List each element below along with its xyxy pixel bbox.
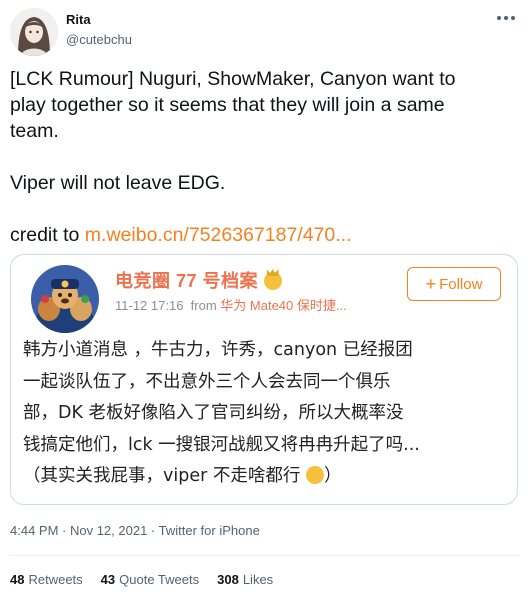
weibo-line: 一起谈队伍了，不出意外三个人会去同一个俱乐: [23, 371, 391, 392]
retweets-stat[interactable]: 48 Retweets: [10, 572, 83, 587]
weibo-meta: 11-12 17:16 from 华为 Mate40 保时捷...: [115, 295, 347, 314]
tweet-stats: 48 Retweets 43 Quote Tweets 308 Likes: [10, 572, 273, 587]
tweet-line: play together so it seems that they will…: [10, 94, 445, 116]
plus-icon: +: [425, 273, 437, 294]
more-icon[interactable]: [490, 8, 522, 28]
likes-count: 308: [217, 572, 239, 587]
follow-button[interactable]: + Follow: [407, 267, 501, 301]
divider: [10, 555, 520, 556]
author-avatar[interactable]: [10, 8, 58, 56]
weibo-author-name[interactable]: 电竞圈 77 号档案: [115, 267, 282, 293]
likes-label: Likes: [242, 572, 274, 587]
weibo-from-link[interactable]: 华为 Mate40 保时捷...: [220, 298, 346, 313]
timestamp-separator: ·: [147, 523, 159, 538]
weibo-time: 11-12 17:16: [115, 298, 184, 313]
tweet-line: [LCK Rumour] Nuguri, ShowMaker, Canyon w…: [10, 68, 456, 90]
tweet-source[interactable]: Twitter for iPhone: [159, 523, 260, 538]
retweets-label: Retweets: [28, 572, 83, 587]
quotes-count: 43: [100, 572, 116, 587]
weibo-from-label: from: [190, 298, 217, 313]
crying-emoji-icon: [305, 466, 324, 484]
retweets-count: 48: [10, 572, 25, 587]
credit-prefix: credit to: [10, 224, 85, 246]
quote-tweets-stat[interactable]: 43 Quote Tweets: [101, 572, 199, 587]
follow-label: Follow: [439, 275, 483, 293]
likes-stat[interactable]: 308 Likes: [217, 572, 273, 587]
weibo-line: 韩方小道消息 ，牛古力，许秀，canyon 已经报团: [23, 340, 413, 360]
weibo-line-text: （其实关我屁事，viper 不走啥都行: [23, 466, 301, 486]
weibo-line-last: （其实关我屁事，viper 不走啥都行 ）: [23, 461, 513, 493]
tweet-card: Rita @cutebchu [LCK Rumour] Nuguri, Show…: [0, 0, 530, 597]
tweet-timestamp: 4:44 PM · Nov 12, 2021 · Twitter for iPh…: [10, 523, 260, 538]
weibo-line: 部，DK 老板好像陷入了官司纠纷，所以大概率没: [23, 403, 404, 423]
author-name[interactable]: Rita: [66, 12, 91, 27]
weibo-avatar[interactable]: [31, 265, 99, 333]
embedded-weibo-card[interactable]: 电竞圈 77 号档案 11-12 17:16 from 华为 Mate40 保时…: [10, 254, 518, 505]
tweet-time[interactable]: 4:44 PM · Nov 12, 2021: [10, 523, 147, 538]
weibo-line: 钱搞定他们，lck 一搜银河战舰又将冉冉升起了吗...: [23, 434, 420, 455]
credit-link[interactable]: m.weibo.cn/7526367187/470...: [85, 224, 352, 246]
weibo-text: 韩方小道消息 ，牛古力，许秀，canyon 已经报团 一起谈队伍了，不出意外三个…: [23, 335, 513, 493]
crown-emoji-icon: [263, 272, 282, 290]
tweet-credit: credit to m.weibo.cn/7526367187/470...: [10, 222, 520, 248]
weibo-author-name-text: 电竞圈 77 号档案: [115, 271, 259, 291]
quotes-label: Quote Tweets: [119, 572, 200, 587]
tweet-text: [LCK Rumour] Nuguri, ShowMaker, Canyon w…: [10, 66, 520, 248]
tweet-line: Viper will not leave EDG.: [10, 172, 226, 194]
weibo-line-close: ）: [323, 466, 342, 486]
author-handle[interactable]: @cutebchu: [66, 32, 132, 47]
tweet-line: team.: [10, 120, 59, 142]
